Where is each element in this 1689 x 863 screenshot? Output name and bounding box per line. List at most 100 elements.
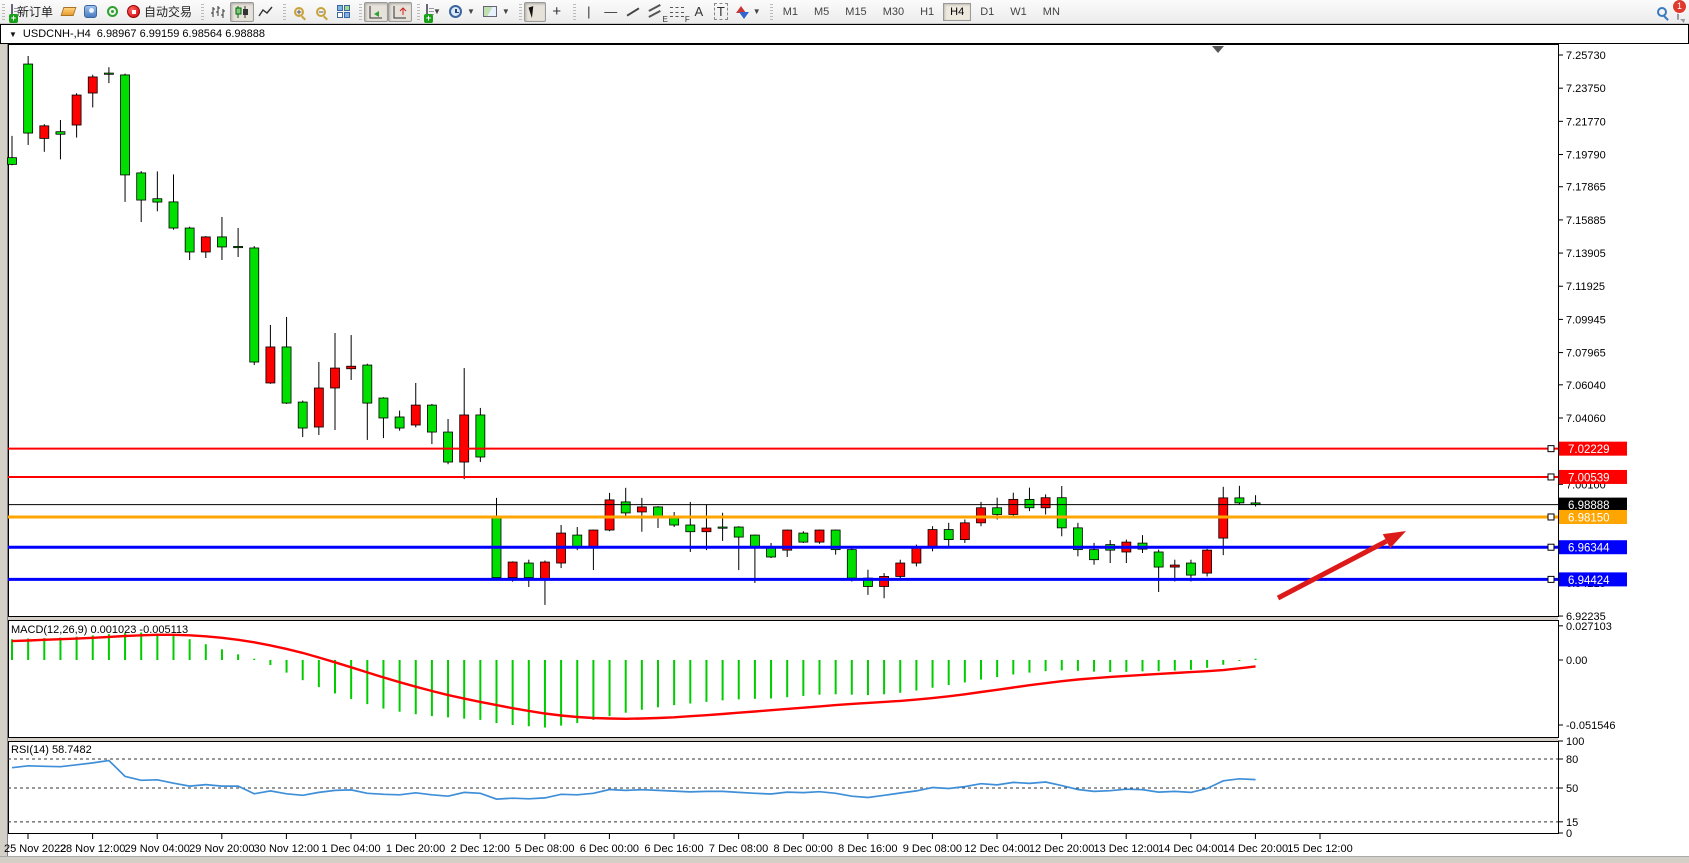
price-badge-label: 6.96344 xyxy=(1568,543,1610,555)
cursor-icon xyxy=(529,5,541,18)
svg-text:9 Dec 08:00: 9 Dec 08:00 xyxy=(903,843,962,855)
candle-body xyxy=(912,548,921,563)
candle-body xyxy=(686,525,695,532)
search-icon[interactable] xyxy=(1657,7,1667,17)
svg-text:7.21770: 7.21770 xyxy=(1566,116,1606,128)
candlestick-chart-icon xyxy=(234,5,250,19)
candle-body xyxy=(621,502,630,513)
candle-body xyxy=(540,562,549,580)
chart-window[interactable]: 7.257307.237507.217707.197907.178657.158… xyxy=(0,44,1689,856)
new-order-button[interactable]: + 新订单 xyxy=(7,2,57,22)
svg-text:2 Dec 12:00: 2 Dec 12:00 xyxy=(451,843,510,855)
candle-body xyxy=(444,432,453,462)
candle-body xyxy=(266,347,275,383)
svg-text:12 Dec 04:00: 12 Dec 04:00 xyxy=(964,843,1029,855)
svg-text:14 Dec 20:00: 14 Dec 20:00 xyxy=(1223,843,1288,855)
timeframe-button-MN[interactable]: MN xyxy=(1036,3,1067,21)
toolbar-group-scroll xyxy=(357,0,415,24)
market-button[interactable] xyxy=(79,2,101,22)
svg-text:7.07965: 7.07965 xyxy=(1566,348,1606,360)
chart-title-bar: ▼ USDCNH-,H4 6.98967 6.99159 6.98564 6.9… xyxy=(0,24,1689,44)
new-chart-button[interactable]: + ▼ xyxy=(422,2,445,22)
rsi-indicator-label: RSI(14) 58.7482 xyxy=(11,744,92,756)
zoom-out-button[interactable]: − xyxy=(310,2,332,22)
svg-text:-0.051546: -0.051546 xyxy=(1566,720,1616,732)
svg-text:100: 100 xyxy=(1566,736,1584,748)
price-badge-label: 6.94424 xyxy=(1568,575,1610,587)
cursor-button[interactable] xyxy=(524,2,546,22)
svg-text:28 Nov 12:00: 28 Nov 12:00 xyxy=(60,843,125,855)
toolbar-group-new: + ▼ ▼ ▼ xyxy=(415,0,517,24)
candle-body xyxy=(944,530,953,540)
candle-body xyxy=(379,398,388,418)
chart-shift-button[interactable] xyxy=(388,2,412,22)
candle-body xyxy=(121,75,130,175)
line-handle[interactable] xyxy=(1548,474,1554,480)
line-chart-button[interactable] xyxy=(254,2,278,22)
candle-body xyxy=(573,535,582,547)
vertical-line-button[interactable]: | xyxy=(578,2,600,22)
autotrade-label: 自动交易 xyxy=(144,3,192,20)
timeframe-button-D1[interactable]: D1 xyxy=(973,3,1001,21)
svg-text:7.09945: 7.09945 xyxy=(1566,314,1606,326)
svg-text:0.027103: 0.027103 xyxy=(1566,621,1612,633)
candle-body xyxy=(815,530,824,542)
crosshair-button[interactable]: + xyxy=(546,2,568,22)
templates-button[interactable]: ▼ xyxy=(479,2,514,22)
arrows-button[interactable]: ▼ xyxy=(732,2,765,22)
candle-body xyxy=(169,202,178,228)
svg-text:0: 0 xyxy=(1566,828,1572,840)
zoom-out-icon: − xyxy=(316,7,326,17)
svg-text:50: 50 xyxy=(1566,783,1578,795)
timeframe-button-M30[interactable]: M30 xyxy=(876,3,911,21)
bar-chart-button[interactable] xyxy=(206,2,230,22)
channel-button[interactable]: E xyxy=(644,2,666,22)
candle-body xyxy=(395,417,404,428)
timeframe-button-H4[interactable]: H4 xyxy=(943,3,971,21)
candle-body xyxy=(72,95,81,125)
tile-windows-button[interactable] xyxy=(332,2,354,22)
candle-body xyxy=(331,368,340,388)
svg-text:7.15885: 7.15885 xyxy=(1566,215,1606,227)
text-button[interactable]: A xyxy=(688,2,710,22)
trendline-button[interactable] xyxy=(622,2,644,22)
text-icon: A xyxy=(694,4,703,19)
timeframe-button-M5[interactable]: M5 xyxy=(807,3,836,21)
candlestick-chart-button[interactable] xyxy=(230,2,254,22)
fibonacci-button[interactable]: F xyxy=(666,2,688,22)
candle-body xyxy=(185,228,194,252)
auto-scroll-button[interactable] xyxy=(364,2,388,22)
zoom-in-button[interactable]: + xyxy=(288,2,310,22)
timeframe-button-W1[interactable]: W1 xyxy=(1003,3,1034,21)
candle-body xyxy=(524,563,533,578)
candle-body xyxy=(1009,499,1018,514)
svg-text:30 Nov 12:00: 30 Nov 12:00 xyxy=(254,843,319,855)
line-handle[interactable] xyxy=(1548,446,1554,452)
text-label-button[interactable]: T xyxy=(710,2,732,22)
periods-button[interactable]: ▼ xyxy=(445,2,479,22)
autotrade-button[interactable]: 自动交易 xyxy=(123,2,196,22)
horizontal-line-button[interactable]: — xyxy=(600,2,622,22)
notifications-button[interactable]: 1 xyxy=(1677,5,1679,19)
candle-body xyxy=(702,528,711,532)
candle-body xyxy=(1235,498,1244,503)
timeframe-button-M15[interactable]: M15 xyxy=(838,3,873,21)
depth-of-market-button[interactable] xyxy=(57,2,79,22)
toolbar-group-trade: + 新订单 自动交易 xyxy=(0,0,199,24)
candle-body xyxy=(104,73,113,74)
line-handle[interactable] xyxy=(1548,514,1554,520)
candle-body xyxy=(234,246,243,247)
chart-canvas[interactable]: 7.257307.237507.217707.197907.178657.158… xyxy=(0,44,1689,856)
candle-body xyxy=(282,347,291,403)
svg-text:25 Nov 2022: 25 Nov 2022 xyxy=(4,843,66,855)
svg-text:29 Nov 04:00: 29 Nov 04:00 xyxy=(124,843,189,855)
signals-button[interactable] xyxy=(101,2,123,22)
line-handle[interactable] xyxy=(1548,576,1554,582)
timeframe-button-M1[interactable]: M1 xyxy=(776,3,805,21)
timeframe-button-H1[interactable]: H1 xyxy=(913,3,941,21)
svg-text:7.19790: 7.19790 xyxy=(1566,149,1606,161)
auto-scroll-icon xyxy=(368,5,384,19)
line-handle[interactable] xyxy=(1548,544,1554,550)
chart-collapse-icon[interactable]: ▼ xyxy=(9,30,17,39)
svg-text:80: 80 xyxy=(1566,754,1578,766)
